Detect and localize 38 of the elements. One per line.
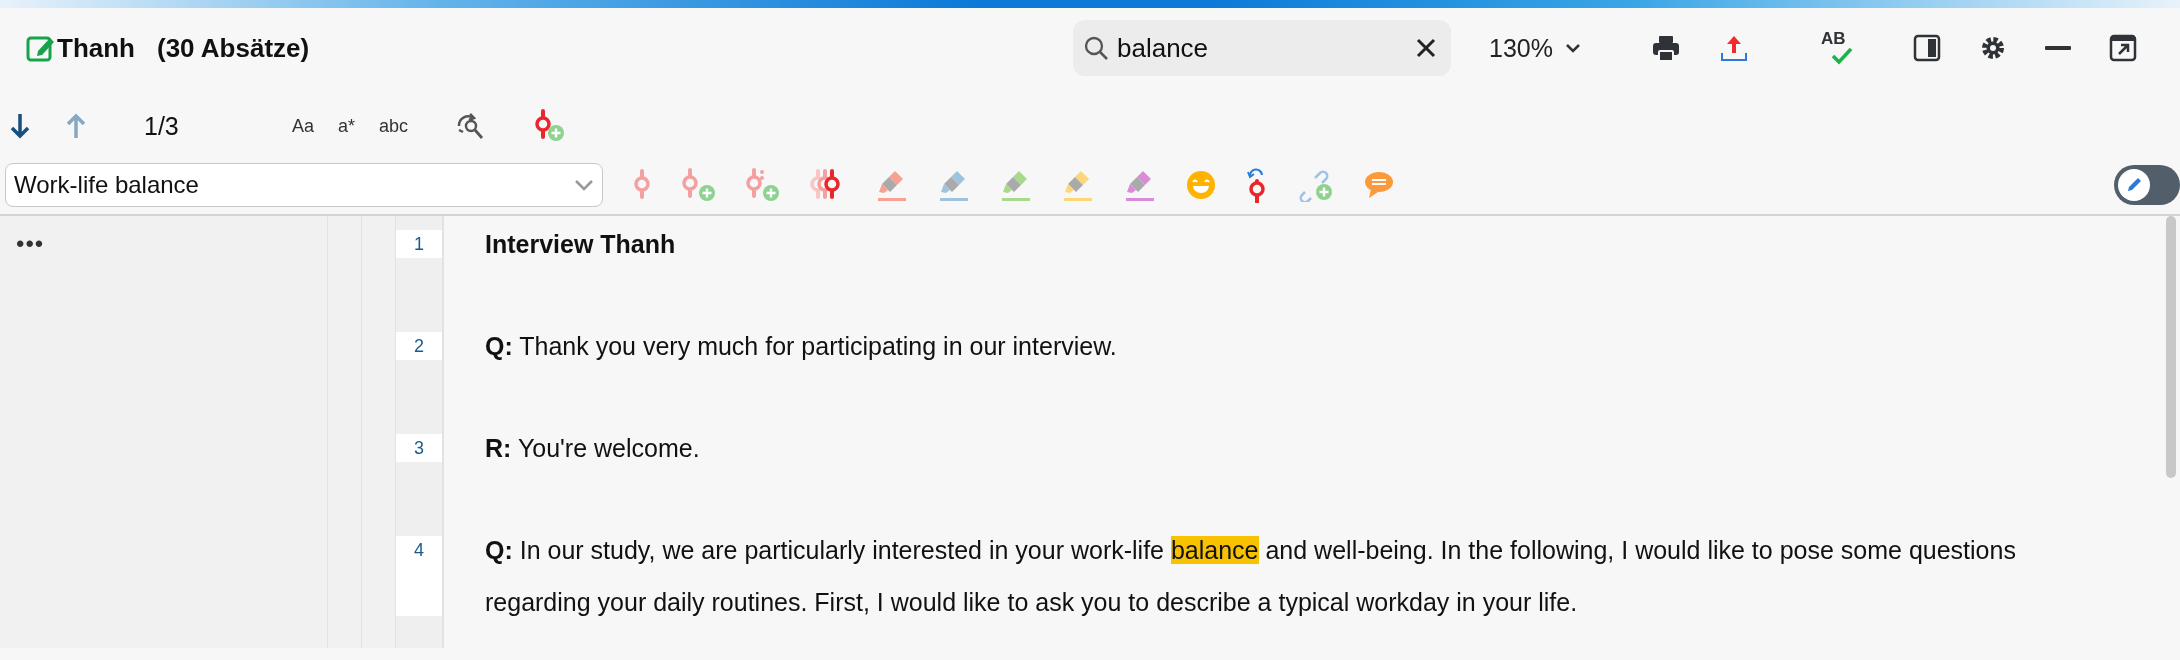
paragraph-number: 1 [396, 230, 442, 258]
paragraph-number: 4 [396, 536, 442, 616]
spellcheck-button[interactable]: AB [1818, 29, 1855, 67]
search-field[interactable]: balance [1073, 20, 1451, 76]
code-pin-plus-icon[interactable] [745, 168, 781, 202]
arrow-up-icon[interactable] [66, 112, 86, 140]
paragraph-number: 2 [396, 332, 442, 360]
match-counter: 1/3 [144, 111, 180, 141]
more-options-button[interactable]: ••• [16, 230, 45, 257]
heading: Interview Thanh [485, 229, 677, 260]
minimize-icon[interactable] [2044, 45, 2071, 51]
search-option-button[interactable]: Aa [286, 115, 321, 137]
zoom-dropdown[interactable]: 130% [1489, 33, 1581, 63]
pop-out-icon[interactable] [2108, 34, 2137, 62]
code-dropdown[interactable]: Work-life balance [5, 163, 603, 207]
edit-mode-toggle[interactable] [2114, 165, 2180, 205]
scrollbar[interactable] [2166, 216, 2176, 478]
code-pin-plus-icon[interactable] [532, 109, 567, 143]
search-input[interactable]: balance [1115, 31, 1415, 65]
close-icon[interactable] [1415, 37, 1437, 59]
search-option-button[interactable]: a* [332, 115, 362, 137]
side-panel-icon[interactable] [1912, 34, 1941, 62]
comment-icon[interactable] [1363, 169, 1395, 201]
print-icon[interactable] [1650, 34, 1681, 62]
paragraph-text: Q: Thank you very much for participating in our interview. [485, 331, 1118, 362]
pencil-icon [2125, 176, 2143, 194]
check-icon [1830, 47, 1853, 65]
chevron-down-icon [574, 178, 594, 192]
paragraph-number: 3 [396, 434, 442, 462]
paragraph-text: Q: In our study, we are particularly interested in your work-life balance and well-being. In the following, I would like to pose some questions regarding your daily routines. First, I would like to ask you to describe a typical workday in your life. [485, 535, 2017, 618]
paragraph-count: (30 Absätze) [157, 32, 310, 64]
document-title: Thanh [57, 32, 135, 64]
search-option-button[interactable]: abc [373, 115, 415, 137]
search-icon [1083, 35, 1109, 61]
arrow-down-icon[interactable] [10, 112, 30, 140]
paragraph-text: R: You're welcome. [485, 433, 701, 464]
code-pin-plus-icon[interactable] [681, 168, 717, 202]
chevron-down-icon [1564, 42, 1581, 54]
